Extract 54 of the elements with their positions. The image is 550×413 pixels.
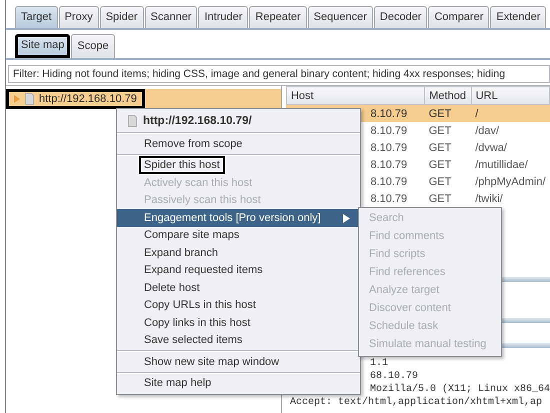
table-cell: GET xyxy=(424,122,472,139)
file-icon xyxy=(128,115,137,127)
table-cell-text: GET xyxy=(428,158,452,172)
request-line: Mozilla/5.0 (X11; Linux x86_64 xyxy=(368,383,550,396)
table-cell-text: /phpMyAdmin/ xyxy=(474,174,546,190)
menu-item[interactable]: Copy URLs in this host xyxy=(117,296,360,314)
table-cell-text: /mutillidae/ xyxy=(474,158,529,172)
triangle-right-icon[interactable] xyxy=(13,95,20,103)
menu-item[interactable]: Compare site maps xyxy=(117,226,360,244)
menu-item[interactable]: Spider this host xyxy=(117,156,360,174)
request-line: 68.10.79 xyxy=(368,370,419,383)
menu-item[interactable]: Site map help xyxy=(117,374,360,392)
tab[interactable]: Comparer xyxy=(428,6,490,28)
table-cell-text: 8.10.79 xyxy=(369,158,408,172)
table-cell-text: GET xyxy=(428,174,452,190)
request-line: Accept: text/html,application/xhtml+xml,ap xyxy=(290,396,544,409)
tab[interactable]: Spider xyxy=(100,6,144,28)
tab[interactable]: Site map xyxy=(15,34,70,58)
table-cell-text: 8.10.79 xyxy=(369,174,408,190)
tab[interactable]: Extender xyxy=(490,6,546,28)
menu-item[interactable]: Save selected items xyxy=(117,332,360,349)
tab[interactable]: Target xyxy=(15,6,58,28)
column-header[interactable]: Method xyxy=(424,86,472,104)
submenu-item[interactable]: Engagement tools [Pro version only] xyxy=(117,209,360,226)
column-header[interactable]: Host xyxy=(286,86,425,104)
table-cell: GET xyxy=(424,104,472,122)
table-cell-text: /twiki/ xyxy=(474,192,504,206)
table-cell-text: GET xyxy=(428,140,452,156)
request-line: 1.1 xyxy=(368,357,389,370)
table-cell-text: GET xyxy=(428,192,452,206)
menu-item[interactable]: Expand branch xyxy=(117,244,360,262)
menu-item[interactable]: Remove from scope xyxy=(117,135,360,152)
tree-node[interactable]: http://192.168.10.79 xyxy=(6,89,145,109)
menu-item[interactable]: Show new site map window xyxy=(117,353,360,370)
tab[interactable]: Scope xyxy=(71,34,115,58)
table-cell-text: 8.10.79 xyxy=(369,140,408,156)
tab[interactable]: Proxy xyxy=(58,6,99,28)
menu-item[interactable]: Delete host xyxy=(117,279,360,296)
column-header[interactable]: URL xyxy=(471,86,550,104)
table-cell: / xyxy=(471,104,550,122)
table-cell-text: 8.10.79 xyxy=(369,192,408,206)
file-icon xyxy=(25,93,34,105)
arrow-right-icon xyxy=(343,214,350,223)
tab[interactable]: Repeater xyxy=(249,6,307,28)
tab[interactable]: Decoder xyxy=(374,6,428,28)
menu-title: http://192.168.10.79/ xyxy=(143,115,252,127)
table-cell: /dav/ xyxy=(471,122,550,139)
menu-item[interactable]: Copy links in this host xyxy=(117,314,360,332)
menu-item[interactable]: Expand requested items xyxy=(117,262,360,279)
tab[interactable]: Intruder xyxy=(198,6,248,28)
tab[interactable]: Scanner xyxy=(144,6,198,28)
table-cell-text: /dvwa/ xyxy=(474,140,508,156)
tab[interactable]: Sequencer xyxy=(308,6,373,28)
filter-bar[interactable]: Filter: Hiding not found items; hiding CSS, image and general binary content; hiding 4xx responses; hiding xyxy=(8,65,550,83)
